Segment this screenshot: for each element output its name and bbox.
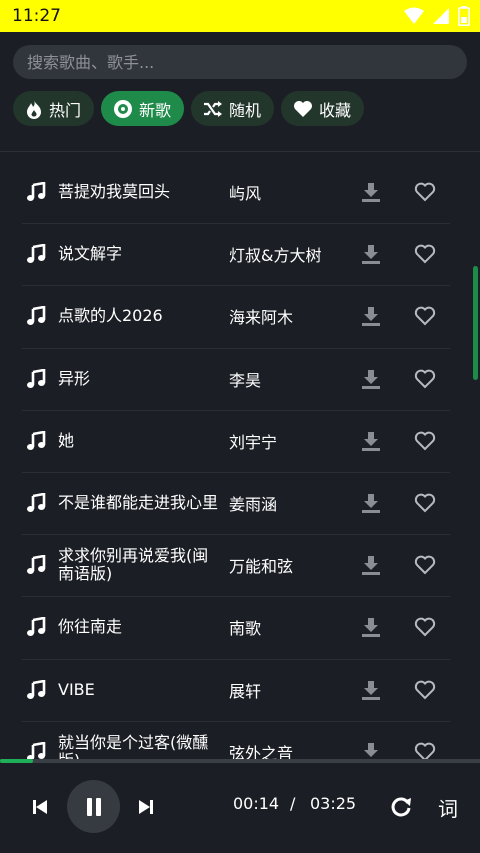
music-note-icon — [26, 493, 46, 513]
song-row[interactable]: 你往南走 南歌 — [0, 596, 480, 658]
favorite-icon[interactable] — [414, 244, 436, 264]
divider — [0, 151, 480, 152]
pause-button[interactable] — [67, 780, 120, 833]
tab-shuffle[interactable]: 随机 — [191, 91, 275, 126]
song-title: 不是谁都能走进我心里 — [58, 493, 219, 513]
song-artist: 万能和弦 — [229, 557, 294, 577]
favorite-icon[interactable] — [414, 306, 436, 326]
music-note-icon — [26, 679, 46, 700]
status-bar: 11:27 — [0, 0, 480, 32]
music-note-icon — [26, 741, 46, 759]
favorite-icon[interactable] — [414, 617, 436, 637]
signal-icon — [433, 7, 449, 29]
song-artist: 李昊 — [229, 370, 262, 390]
song-artist: 南歌 — [229, 619, 262, 639]
favorite-icon[interactable] — [414, 493, 436, 513]
music-note-icon — [26, 368, 46, 389]
download-icon[interactable] — [360, 181, 382, 203]
song-title: 异形 — [58, 368, 91, 388]
download-icon[interactable] — [360, 243, 382, 265]
favorite-icon[interactable] — [414, 182, 436, 202]
favorite-icon[interactable] — [414, 369, 436, 389]
tab-label: 随机 — [229, 100, 262, 120]
song-artist: 展轩 — [229, 681, 262, 701]
song-artist: 弦外之音 — [229, 743, 294, 759]
download-icon[interactable] — [360, 492, 382, 514]
player-bar: 00:14 / 03:25 词 — [0, 763, 480, 853]
song-title: 你往南走 — [58, 617, 123, 637]
status-time: 11:27 — [12, 6, 61, 26]
shuffle-icon — [203, 100, 223, 118]
song-artist: 姜雨涵 — [229, 495, 278, 515]
song-title: VIBE — [58, 679, 95, 699]
song-row[interactable]: 异形 李昊 — [0, 347, 480, 410]
song-row[interactable]: 求求你别再说爱我(闽南语版) 万能和弦 — [0, 534, 480, 596]
favorite-icon[interactable] — [414, 431, 436, 451]
song-title: 她 — [58, 430, 75, 450]
favorite-icon[interactable] — [414, 555, 436, 575]
music-note-icon — [26, 244, 46, 264]
search-input[interactable] — [13, 45, 467, 79]
song-row[interactable]: 就当你是个过客(微醺版) 弦外之音 — [0, 720, 480, 759]
lyrics-button[interactable]: 词 — [438, 793, 458, 822]
next-icon[interactable] — [137, 798, 155, 816]
download-icon[interactable] — [360, 368, 382, 390]
song-row[interactable]: 菩提劝我莫回头 屿风 — [0, 161, 480, 223]
heart-icon — [293, 100, 313, 118]
music-note-icon — [26, 617, 46, 637]
scrollbar[interactable] — [473, 266, 478, 380]
wifi-icon — [404, 7, 424, 29]
music-note-icon — [26, 430, 46, 451]
music-note-icon — [26, 555, 46, 575]
music-note-icon — [26, 182, 46, 202]
song-list: 菩提劝我莫回头 屿风说文解字 灯叔&方大树点歌的人2026 海来阿木异形 李昊她 刘宇宁不… — [0, 161, 480, 759]
pause-icon — [85, 797, 103, 817]
song-row[interactable]: VIBE 展轩 — [0, 658, 480, 721]
song-title: 说文解字 — [58, 244, 123, 264]
song-row[interactable]: 说文解字 灯叔&方大树 — [0, 223, 480, 285]
favorite-icon[interactable] — [414, 742, 436, 759]
repeat-icon[interactable] — [390, 795, 412, 817]
song-title: 点歌的人2026 — [58, 306, 163, 326]
previous-icon[interactable] — [31, 798, 49, 816]
song-row[interactable]: 点歌的人2026 海来阿木 — [0, 285, 480, 347]
song-row[interactable]: 不是谁都能走进我心里 姜雨涵 — [0, 471, 480, 534]
tab-label: 热门 — [49, 100, 82, 120]
category-tabs: 热门 新歌 随机 收藏 — [13, 91, 365, 126]
song-row[interactable]: 她 刘宇宁 — [0, 409, 480, 472]
song-title: 就当你是个过客(微醺版) — [58, 732, 209, 759]
music-note-icon — [26, 306, 46, 326]
total-time: 03:25 — [310, 794, 357, 813]
download-icon[interactable] — [360, 679, 382, 701]
tab-new-songs[interactable]: 新歌 — [101, 91, 185, 126]
tab-label: 收藏 — [319, 100, 352, 120]
download-icon[interactable] — [360, 616, 382, 638]
download-icon[interactable] — [360, 305, 382, 327]
tab-favorites[interactable]: 收藏 — [281, 91, 365, 126]
current-time: 00:14 — [233, 794, 280, 813]
tab-hot[interactable]: 热门 — [13, 91, 95, 126]
song-artist: 刘宇宁 — [229, 432, 278, 452]
song-artist: 屿风 — [229, 184, 262, 204]
fire-icon — [25, 99, 43, 119]
song-artist: 海来阿木 — [229, 308, 294, 328]
tab-label: 新歌 — [139, 100, 172, 120]
time-separator: / — [290, 794, 296, 813]
download-icon[interactable] — [360, 741, 382, 759]
song-title: 菩提劝我莫回头 — [58, 182, 171, 202]
song-artist: 灯叔&方大树 — [229, 246, 322, 266]
disc-icon — [113, 99, 133, 119]
download-icon[interactable] — [360, 430, 382, 452]
favorite-icon[interactable] — [414, 680, 436, 700]
download-icon[interactable] — [360, 554, 382, 576]
battery-icon — [458, 6, 470, 30]
song-title: 求求你别再说爱我(闽南语版) — [58, 546, 209, 584]
